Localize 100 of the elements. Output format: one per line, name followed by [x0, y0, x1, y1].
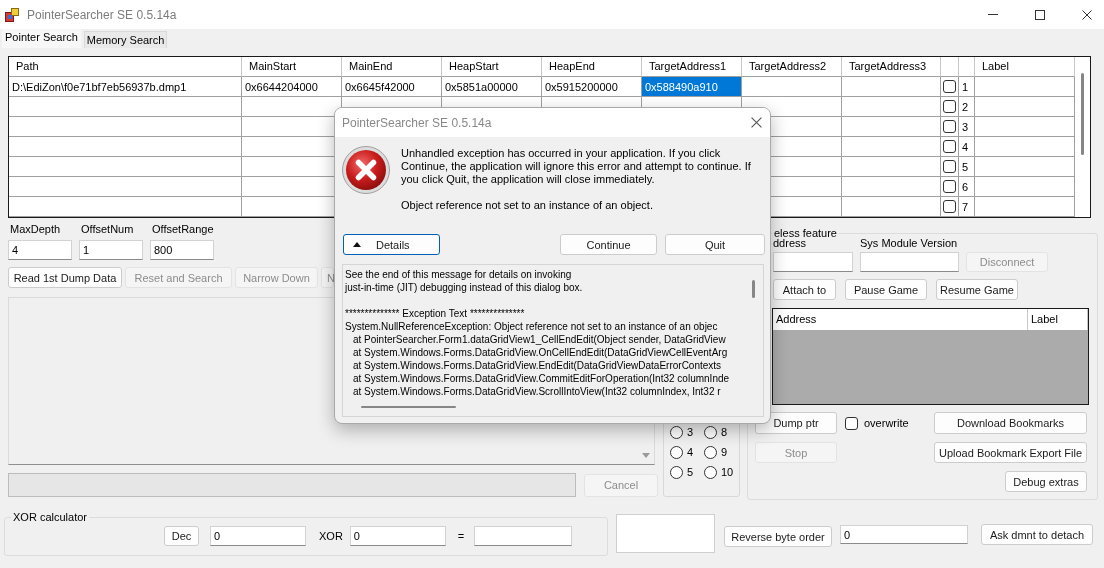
column-header[interactable]: TargetAddress3	[842, 57, 941, 77]
table-cell[interactable]	[975, 77, 1075, 97]
table-cell[interactable]	[9, 97, 242, 117]
text-field[interactable]: 1	[79, 240, 143, 260]
row-checkbox[interactable]	[943, 140, 956, 153]
table-cell[interactable]	[842, 77, 941, 97]
row-number-cell: 2	[959, 97, 975, 117]
row-checkbox[interactable]	[943, 120, 956, 133]
row-checkbox[interactable]	[943, 160, 956, 173]
column-header[interactable]: Label	[1028, 309, 1088, 330]
checkbox[interactable]	[845, 416, 858, 430]
table-cell[interactable]	[9, 177, 242, 197]
table-cell[interactable]	[941, 177, 959, 197]
text-field[interactable]	[773, 252, 853, 272]
table-cell[interactable]	[842, 177, 941, 197]
text-field[interactable]: 800	[150, 240, 214, 260]
radio-button[interactable]	[704, 425, 717, 439]
radio-label: 10	[721, 466, 734, 478]
text-field[interactable]: 0	[840, 525, 968, 544]
button[interactable]: Dump ptr	[755, 412, 837, 434]
table-cell[interactable]	[842, 117, 941, 137]
table-cell[interactable]	[9, 117, 242, 137]
row-number-cell: 5	[959, 157, 975, 177]
table-cell[interactable]	[941, 97, 959, 117]
radio-button[interactable]	[670, 465, 683, 479]
row-checkbox[interactable]	[943, 80, 956, 93]
button[interactable]: Download Bookmarks	[934, 412, 1087, 434]
column-header[interactable]: HeapEnd	[542, 57, 642, 77]
button[interactable]: Upload Bookmark Export File	[934, 442, 1087, 463]
table-cell[interactable]	[975, 177, 1075, 197]
column-header[interactable]: HeapStart	[442, 57, 542, 77]
column-header[interactable]: Address	[773, 309, 1028, 330]
tab[interactable]: Pointer Search	[2, 29, 81, 48]
group-title: eless feature	[773, 227, 838, 239]
table-cell[interactable]	[941, 117, 959, 137]
table-cell[interactable]: 0x5851a00000	[442, 77, 542, 97]
details-textbox[interactable]	[342, 264, 764, 417]
table-cell[interactable]	[9, 157, 242, 177]
column-header[interactable]: Path	[9, 57, 242, 77]
button[interactable]: Dec	[164, 526, 199, 546]
table-cell[interactable]	[941, 137, 959, 157]
table-cell[interactable]	[9, 137, 242, 157]
details-button[interactable]: Details	[343, 234, 440, 255]
button[interactable]: Attach to	[773, 279, 836, 300]
text-field[interactable]: 4	[8, 240, 72, 260]
error-icon	[342, 146, 390, 194]
table-cell[interactable]	[941, 77, 959, 97]
row-checkbox[interactable]	[943, 100, 956, 113]
text-field[interactable]: 0	[349, 526, 446, 546]
button[interactable]: Resume Game	[936, 279, 1018, 300]
column-header[interactable]: Label	[975, 57, 1075, 77]
error-message: Unhandled exception has occurred in your application. If you click Continue, the application will ignore this error and attempt to continue. If you click Quit, the application will close immediately.	[401, 147, 752, 186]
group-title: XOR calculator	[12, 511, 88, 523]
table-cell[interactable]	[941, 157, 959, 177]
row-checkbox[interactable]	[943, 180, 956, 193]
table-cell[interactable]	[842, 157, 941, 177]
button[interactable]: Reverse byte order	[724, 526, 832, 547]
table-cell[interactable]	[742, 77, 842, 97]
table-cell[interactable]	[975, 97, 1075, 117]
checkbox-label: overwrite	[864, 417, 909, 429]
scroll-thumb[interactable]	[1081, 73, 1084, 155]
radio-button[interactable]	[704, 445, 717, 459]
table-cell[interactable]: 0x6644204000	[242, 77, 342, 97]
scroll-thumb[interactable]	[361, 406, 456, 408]
scroll-thumb[interactable]	[752, 280, 755, 298]
tab[interactable]: Memory Search	[83, 31, 168, 48]
selected-cell[interactable]: 0x588490a910	[642, 77, 742, 97]
button[interactable]: Quit	[665, 234, 765, 255]
radio-label: 4	[687, 446, 694, 458]
button[interactable]: Read 1st Dump Data	[8, 267, 122, 288]
table-cell[interactable]	[842, 137, 941, 157]
scroll-down-icon[interactable]	[642, 453, 650, 458]
table-cell[interactable]	[975, 137, 1075, 157]
text-field[interactable]	[474, 526, 573, 546]
minimize-icon	[988, 14, 998, 15]
button[interactable]: Pause Game	[845, 279, 927, 300]
button[interactable]: Continue	[560, 234, 657, 255]
column-header[interactable]: MainEnd	[342, 57, 442, 77]
radio-button[interactable]	[704, 465, 717, 479]
table-cell[interactable]	[9, 197, 242, 217]
table-cell[interactable]	[975, 157, 1075, 177]
text-field[interactable]: 0	[210, 526, 306, 546]
row-checkbox[interactable]	[943, 200, 956, 213]
table-cell[interactable]: D:\EdiZon\f0e71bf7eb56937b.dmp1	[9, 77, 242, 97]
table-cell[interactable]: 0x6645f42000	[342, 77, 442, 97]
radio-button[interactable]	[670, 445, 683, 459]
table-cell[interactable]	[842, 197, 941, 217]
table-cell[interactable]	[941, 197, 959, 217]
radio-button[interactable]	[670, 425, 683, 439]
table-cell[interactable]	[975, 117, 1075, 137]
table-cell[interactable]	[842, 97, 941, 117]
text-field[interactable]	[860, 252, 959, 272]
row-number-cell: 4	[959, 137, 975, 157]
table-cell[interactable]	[975, 197, 1075, 217]
button[interactable]: Debug extras	[1005, 471, 1087, 492]
button[interactable]: Ask dmnt to detach	[981, 524, 1093, 545]
column-header[interactable]: TargetAddress2	[742, 57, 842, 77]
column-header[interactable]: MainStart	[242, 57, 342, 77]
text-box[interactable]	[616, 514, 715, 553]
maximize-icon	[1035, 9, 1045, 20]
